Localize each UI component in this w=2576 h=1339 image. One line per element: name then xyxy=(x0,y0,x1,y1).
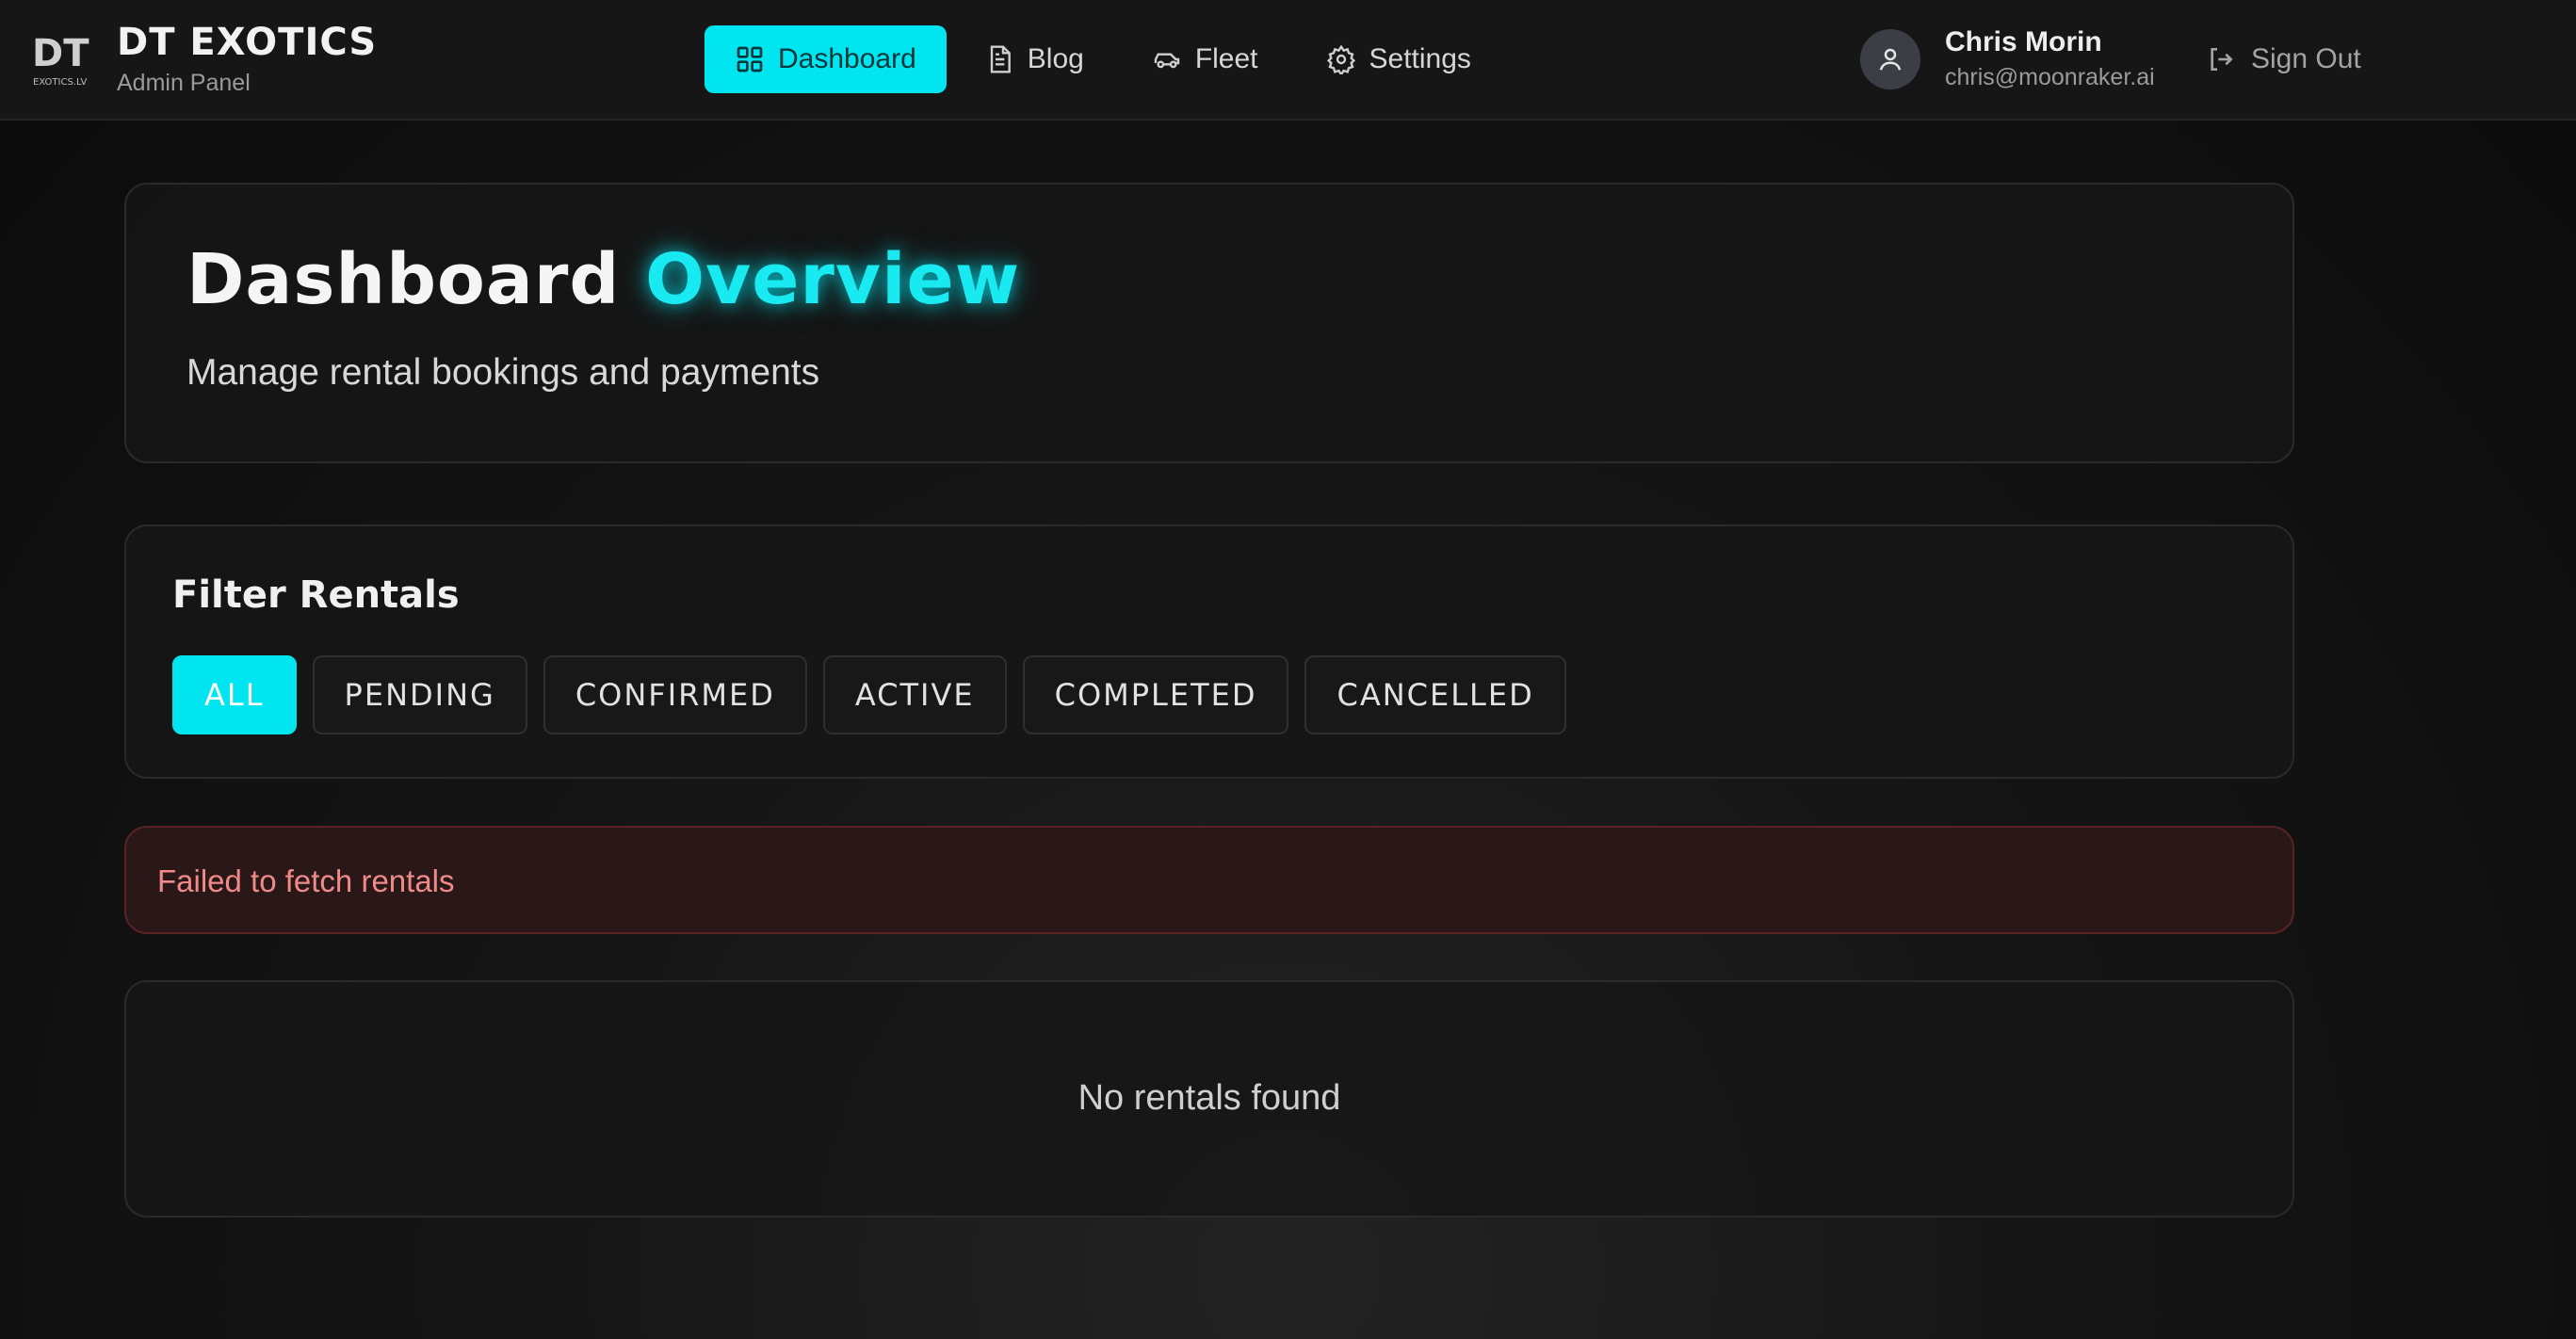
avatar[interactable] xyxy=(1860,29,1920,89)
nav-fleet-label: Fleet xyxy=(1194,43,1258,74)
filter-confirmed-button[interactable]: CONFIRMED xyxy=(543,655,807,734)
page-subtitle: Manage rental bookings and payments xyxy=(186,352,820,393)
nav-fleet[interactable]: Fleet xyxy=(1122,25,1288,93)
brand-subtitle: Admin Panel xyxy=(117,70,251,96)
filter-pending-button[interactable]: PENDING xyxy=(312,655,527,734)
brand-logo[interactable]: DT EXOTICS.LV xyxy=(32,32,94,89)
rentals-list-card: No rentals found xyxy=(124,980,2294,1218)
filter-button-group: ALL PENDING CONFIRMED ACTIVE COMPLETED C… xyxy=(172,655,1566,734)
filter-active-button[interactable]: ACTIVE xyxy=(822,655,1007,734)
user-icon xyxy=(1879,48,1902,71)
document-icon xyxy=(990,45,1011,73)
filter-title: Filter Rentals xyxy=(172,573,460,617)
nav-settings[interactable]: Settings xyxy=(1296,25,1501,93)
dashboard-grid-icon xyxy=(737,46,763,73)
filter-card: Filter Rentals ALL PENDING CONFIRMED ACT… xyxy=(124,524,2294,779)
user-name: Chris Morin xyxy=(1945,26,2102,57)
brand-name: DT EXOTICS xyxy=(117,21,378,64)
nav-blog[interactable]: Blog xyxy=(954,25,1114,93)
nav-settings-label: Settings xyxy=(1369,43,1471,74)
top-nav-bar: DT EXOTICS.LV DT EXOTICS Admin Panel Das… xyxy=(0,0,2576,121)
page-title-main: Dashboard xyxy=(186,239,621,320)
nav-dashboard-label: Dashboard xyxy=(778,43,916,74)
sign-out-button[interactable]: Sign Out xyxy=(2206,36,2361,83)
nav-blog-label: Blog xyxy=(1027,43,1084,74)
error-message: Failed to fetch rentals xyxy=(157,863,455,898)
sign-out-icon xyxy=(2211,48,2233,71)
filter-completed-button[interactable]: COMPLETED xyxy=(1022,655,1289,734)
empty-state-message: No rentals found xyxy=(1077,1078,1341,1118)
svg-text:DT: DT xyxy=(32,32,89,75)
sign-out-label: Sign Out xyxy=(2251,43,2361,74)
overview-card: Dashboard Overview Manage rental booking… xyxy=(124,183,2294,463)
car-icon xyxy=(1154,53,1180,69)
page-title-accent: Overview xyxy=(645,239,1021,320)
page-title: Dashboard Overview xyxy=(186,239,1020,320)
svg-text:EXOTICS.LV: EXOTICS.LV xyxy=(33,77,87,88)
error-alert: Failed to fetch rentals xyxy=(124,826,2294,934)
gear-icon xyxy=(1326,44,1355,74)
user-email: chris@moonraker.ai xyxy=(1945,64,2155,90)
nav-dashboard[interactable]: Dashboard xyxy=(705,25,947,93)
filter-cancelled-button[interactable]: CANCELLED xyxy=(1304,655,1566,734)
main-nav: Dashboard Blog Fleet Settings xyxy=(705,25,1501,93)
filter-all-button[interactable]: ALL xyxy=(172,655,297,734)
